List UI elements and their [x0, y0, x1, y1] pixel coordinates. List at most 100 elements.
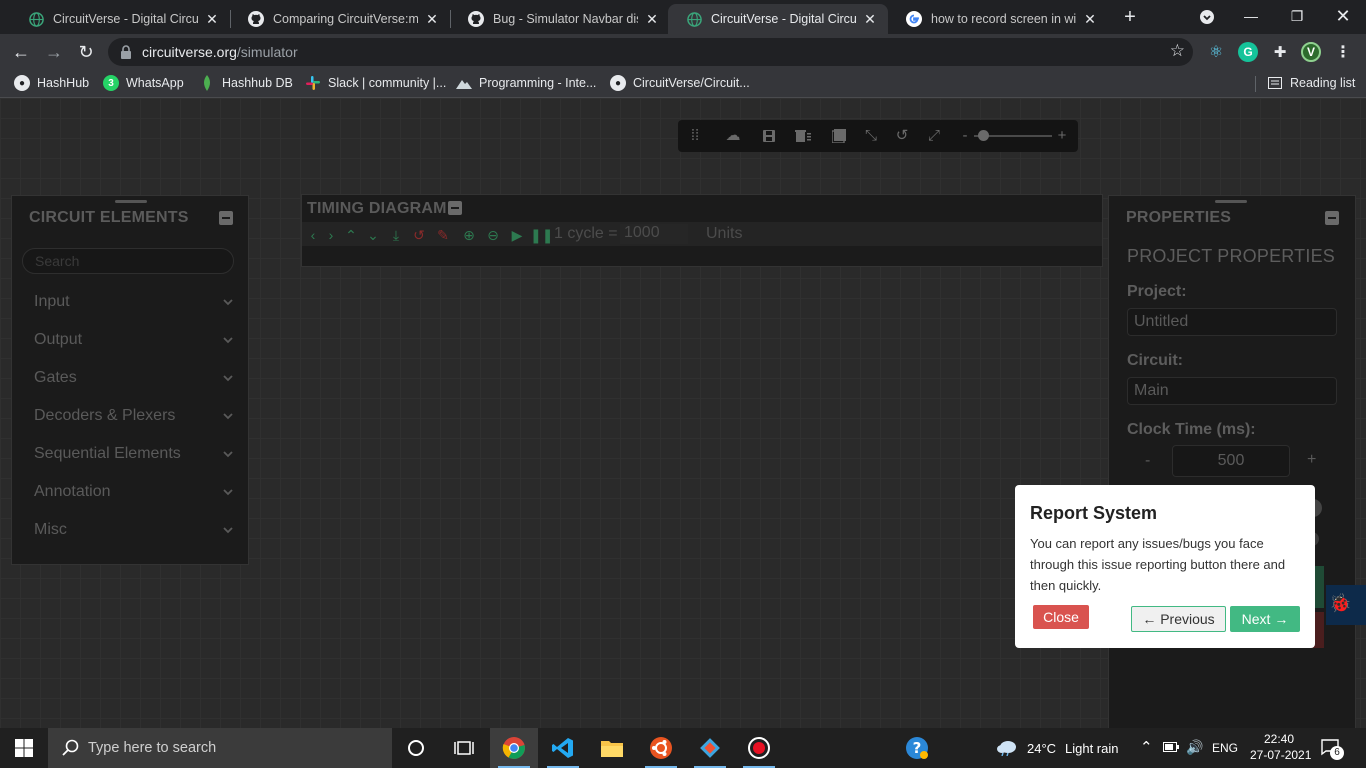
clock-time-label: Clock Time (ms):: [1127, 421, 1256, 438]
minimize-panel-button[interactable]: [1325, 211, 1339, 225]
project-name-input[interactable]: Untitled: [1127, 308, 1337, 336]
bookmark-star-icon[interactable]: ☆: [1170, 41, 1185, 61]
taskbar-gitkraken[interactable]: [686, 728, 734, 768]
category-output[interactable]: Output: [34, 331, 234, 355]
chevron-left-icon[interactable]: ‹: [304, 226, 322, 244]
cycle-units-input[interactable]: 1000: [620, 224, 688, 244]
profile-avatar[interactable]: V: [1301, 42, 1321, 62]
minimize-button[interactable]: —: [1228, 0, 1274, 34]
menu-kebab-icon[interactable]: ⋮: [1333, 42, 1353, 62]
clock-date[interactable]: 27-07-2021: [1250, 748, 1311, 762]
bookmark-slack[interactable]: Slack | community |...: [305, 75, 446, 91]
back-button[interactable]: ←: [8, 39, 34, 65]
reset-icon[interactable]: ↺: [410, 226, 428, 244]
reload-button[interactable]: ↻: [73, 39, 99, 65]
close-button[interactable]: Close: [1033, 605, 1089, 629]
chevron-right-icon[interactable]: ›: [322, 226, 340, 244]
taskbar-search-box[interactable]: Type here to search: [48, 728, 392, 768]
image-export-icon[interactable]: [830, 127, 848, 145]
circuit-name-input[interactable]: Main: [1127, 377, 1337, 405]
zoom-out-icon[interactable]: -: [956, 127, 974, 145]
bookmark-programming[interactable]: Programming - Inte...: [456, 75, 596, 91]
volume-icon[interactable]: 🔊: [1186, 739, 1203, 756]
taskbar-help[interactable]: ?: [893, 728, 941, 768]
cortana-button[interactable]: [392, 728, 440, 768]
notification-center-button[interactable]: 6: [1320, 738, 1348, 762]
drag-handle-icon[interactable]: ⁞⁞: [686, 127, 704, 145]
taskbar-vscode[interactable]: [539, 728, 587, 768]
delete-icon[interactable]: [794, 127, 812, 145]
panel-drag-handle[interactable]: [1215, 200, 1247, 203]
tab-github-compare[interactable]: Comparing CircuitVerse:maste ✕: [230, 4, 450, 34]
cloud-upload-icon[interactable]: ☁: [724, 127, 742, 145]
category-input[interactable]: Input: [34, 293, 234, 317]
chevron-down-icon[interactable]: ⌄: [364, 226, 382, 244]
github-icon: ●: [14, 75, 30, 91]
taskbar-ubuntu[interactable]: [637, 728, 685, 768]
weather-cloud-icon[interactable]: [996, 738, 1018, 761]
close-icon[interactable]: ✕: [424, 11, 440, 28]
show-hidden-icons-chevron-icon[interactable]: ⌃: [1140, 738, 1153, 756]
battery-icon[interactable]: [1163, 740, 1179, 755]
reading-list-button[interactable]: Reading list: [1267, 75, 1355, 91]
minimize-panel-button[interactable]: [219, 211, 233, 225]
chevron-up-icon[interactable]: ⌃: [342, 226, 360, 244]
clock-time[interactable]: 22:40: [1264, 732, 1294, 746]
play-icon[interactable]: ▶: [508, 226, 526, 244]
fullscreen-icon[interactable]: ⤢: [925, 127, 943, 145]
tab-search-button[interactable]: [1184, 0, 1230, 34]
new-tab-button[interactable]: +: [1118, 5, 1142, 29]
close-icon[interactable]: ✕: [862, 11, 878, 28]
category-annotation[interactable]: Annotation: [34, 483, 234, 507]
close-icon[interactable]: ✕: [644, 11, 660, 28]
panel-drag-handle[interactable]: [115, 200, 147, 203]
next-button[interactable]: Next →: [1230, 606, 1300, 632]
bookmark-hashhub[interactable]: ● HashHub: [14, 75, 89, 91]
save-icon[interactable]: [760, 127, 778, 145]
restore-button[interactable]: ❐: [1274, 0, 1320, 34]
close-icon[interactable]: ✕: [204, 11, 220, 28]
clock-time-input[interactable]: 500: [1172, 445, 1290, 477]
clock-decrement-button[interactable]: -: [1145, 452, 1150, 470]
forward-button[interactable]: →: [41, 39, 67, 65]
clock-increment-button[interactable]: +: [1307, 451, 1316, 469]
zoom-out-icon[interactable]: ⊖: [484, 226, 502, 244]
start-button[interactable]: [0, 728, 48, 768]
taskbar-chrome[interactable]: [490, 728, 538, 768]
zoom-in-icon[interactable]: +: [1053, 127, 1071, 145]
bookmark-hashhub-db[interactable]: Hashhub DB: [199, 75, 293, 91]
category-decoders-plexers[interactable]: Decoders & Plexers: [34, 407, 234, 431]
category-gates[interactable]: Gates: [34, 369, 234, 393]
weather-temperature[interactable]: 24°C: [1027, 741, 1056, 756]
weather-description[interactable]: Light rain: [1065, 741, 1118, 756]
category-misc[interactable]: Misc: [34, 521, 234, 545]
fit-view-icon[interactable]: ⤡: [862, 127, 880, 145]
category-sequential-elements[interactable]: Sequential Elements: [34, 445, 234, 469]
tab-circuitverse-active[interactable]: CircuitVerse - Digital Circuit S ✕: [668, 4, 888, 34]
close-icon[interactable]: ✕: [1082, 11, 1098, 28]
taskbar-file-explorer[interactable]: [588, 728, 636, 768]
close-window-button[interactable]: ✕: [1320, 0, 1366, 34]
react-devtools-icon[interactable]: ⚛: [1206, 42, 1226, 62]
address-bar[interactable]: circuitverse.org/simulator ☆: [108, 38, 1193, 66]
zoom-in-icon[interactable]: ⊕: [460, 226, 478, 244]
download-icon[interactable]: ⤓: [387, 226, 405, 244]
tab-github-bug[interactable]: Bug - Simulator Navbar disap ✕: [450, 4, 670, 34]
tab-google-search[interactable]: how to record screen in wind ✕: [888, 4, 1108, 34]
minimize-timing-button[interactable]: [448, 201, 462, 215]
language-indicator[interactable]: ENG: [1212, 741, 1238, 755]
extensions-puzzle-icon[interactable]: ✚: [1270, 42, 1290, 62]
undo-icon[interactable]: ↺: [893, 127, 911, 145]
report-issue-button[interactable]: 🐞: [1326, 585, 1366, 625]
element-search-input[interactable]: Search: [22, 248, 234, 274]
grammarly-icon[interactable]: G: [1238, 42, 1258, 62]
pause-icon[interactable]: ❚❚: [530, 226, 553, 244]
zoom-slider-handle[interactable]: [978, 130, 989, 141]
tab-circuitverse-1[interactable]: CircuitVerse - Digital Circuit S ✕: [10, 4, 230, 34]
magic-wand-icon[interactable]: ✎: [434, 226, 452, 244]
bookmark-whatsapp[interactable]: 3 WhatsApp: [103, 75, 184, 91]
bookmark-circuitverse-repo[interactable]: ● CircuitVerse/Circuit...: [610, 75, 750, 91]
previous-button[interactable]: ← Previous: [1131, 606, 1226, 632]
task-view-button[interactable]: [440, 728, 488, 768]
taskbar-screen-recorder[interactable]: [735, 728, 783, 768]
